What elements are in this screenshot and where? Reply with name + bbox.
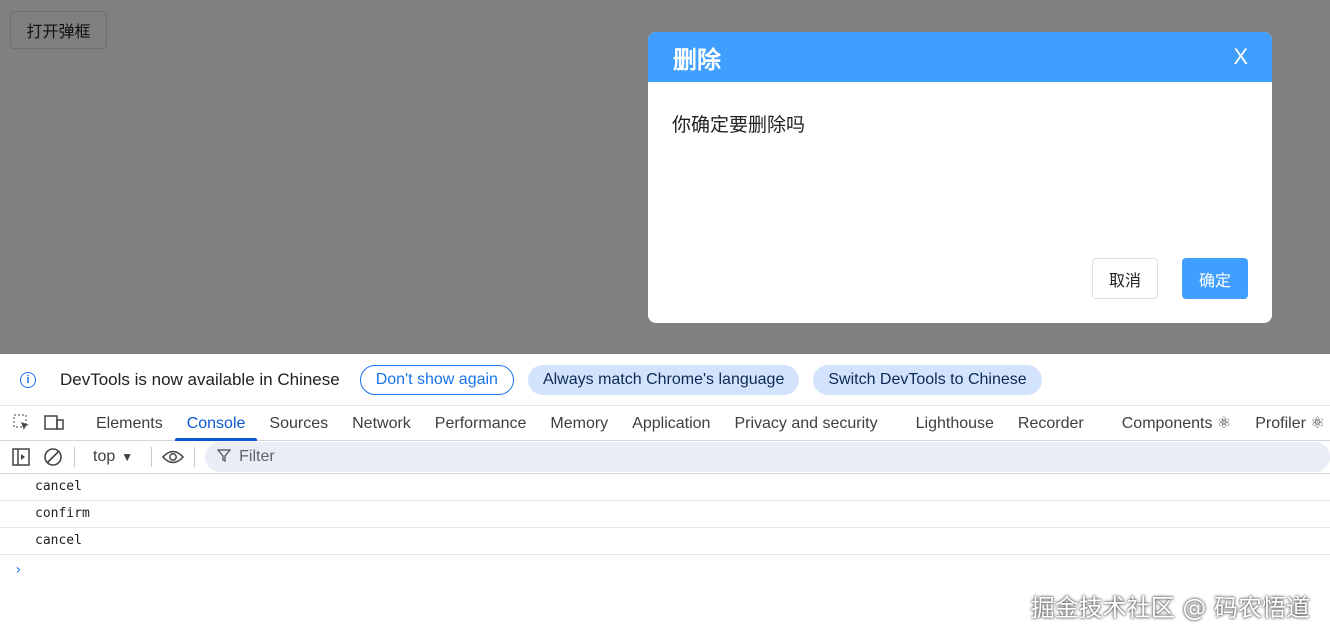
info-icon: i bbox=[20, 371, 36, 388]
device-toolbar-icon[interactable] bbox=[44, 414, 64, 432]
filter-input[interactable]: Filter bbox=[205, 442, 1330, 472]
tab-recorder[interactable]: Recorder bbox=[1006, 415, 1096, 440]
console-toolbar: top ▼ Filter bbox=[0, 441, 1330, 474]
watermark: 掘金技术社区 @ 码农悟道 bbox=[1030, 594, 1310, 622]
eye-icon[interactable] bbox=[162, 446, 185, 468]
context-label: top bbox=[93, 448, 116, 465]
tab-components[interactable]: Components ⚛ bbox=[1110, 413, 1244, 440]
tab-application[interactable]: Application bbox=[620, 415, 722, 440]
infobar-text: DevTools is now available in Chinese bbox=[60, 369, 340, 389]
dont-show-again-button[interactable]: Don't show again bbox=[359, 364, 514, 395]
tab-lighthouse[interactable]: Lighthouse bbox=[904, 415, 1006, 440]
tab-privacy-security[interactable]: Privacy and security bbox=[722, 415, 889, 440]
tab-sources[interactable]: Sources bbox=[257, 415, 340, 440]
tab-elements[interactable]: Elements bbox=[84, 415, 175, 440]
devtools-tabbar: Elements Console Sources Network Perform… bbox=[0, 406, 1330, 441]
open-dialog-button[interactable]: 打开弹框 bbox=[10, 11, 107, 49]
log-line: confirm bbox=[0, 501, 1330, 528]
filter-icon bbox=[216, 448, 232, 467]
dialog-title: 删除 bbox=[673, 46, 721, 74]
filter-placeholder: Filter bbox=[239, 448, 275, 465]
tab-performance[interactable]: Performance bbox=[423, 415, 539, 440]
close-icon[interactable]: X bbox=[1233, 44, 1248, 70]
match-language-button[interactable]: Always match Chrome's language bbox=[527, 364, 800, 395]
switch-chinese-button[interactable]: Switch DevTools to Chinese bbox=[813, 364, 1042, 395]
delete-dialog: 删除 X 你确定要删除吗 取消 确定 bbox=[648, 32, 1272, 323]
inspect-element-icon[interactable] bbox=[12, 414, 32, 432]
clear-console-icon[interactable] bbox=[42, 446, 64, 468]
context-selector[interactable]: top ▼ bbox=[85, 448, 141, 466]
tab-console[interactable]: Console bbox=[174, 415, 258, 441]
dialog-header: 删除 X bbox=[648, 32, 1272, 82]
log-line: cancel bbox=[0, 528, 1330, 555]
confirm-button[interactable]: 确定 bbox=[1182, 258, 1248, 299]
sidebar-toggle-icon[interactable] bbox=[10, 446, 32, 468]
page-area: 打开弹框 删除 X 你确定要删除吗 取消 确定 bbox=[0, 0, 1330, 354]
log-line: cancel bbox=[0, 474, 1330, 501]
dialog-footer: 取消 确定 bbox=[1092, 258, 1248, 299]
console-prompt[interactable]: › bbox=[0, 555, 1330, 585]
dialog-message: 你确定要删除吗 bbox=[672, 115, 806, 136]
dropdown-arrow-icon: ▼ bbox=[121, 450, 134, 464]
console-output: cancel confirm cancel › bbox=[0, 474, 1330, 585]
language-infobar: i DevTools is now available in Chinese D… bbox=[0, 354, 1330, 406]
tab-network[interactable]: Network bbox=[340, 415, 423, 440]
tab-profiler[interactable]: Profiler ⚛ bbox=[1243, 413, 1330, 440]
cancel-button[interactable]: 取消 bbox=[1092, 258, 1158, 299]
tab-memory[interactable]: Memory bbox=[538, 415, 620, 440]
